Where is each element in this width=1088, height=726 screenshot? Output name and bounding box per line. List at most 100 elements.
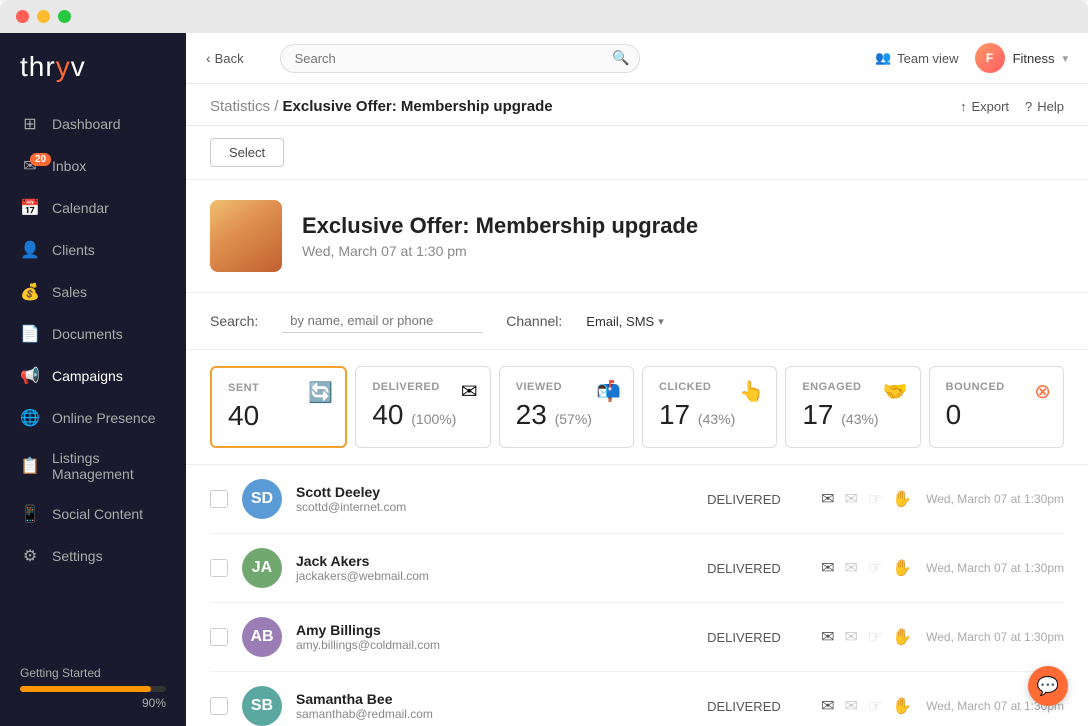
documents-icon: 📄: [20, 324, 40, 344]
campaign-date: Wed, March 07 at 1:30 pm: [302, 243, 698, 259]
sidebar-item-label: Documents: [52, 326, 123, 342]
table-row: SB Samantha Bee samanthab@redmail.com DE…: [210, 672, 1064, 726]
table-row: JA Jack Akers jackakers@webmail.com DELI…: [210, 534, 1064, 603]
recipient-search-input[interactable]: [282, 309, 482, 333]
channel-value: Email, SMS: [586, 314, 654, 329]
recipient-action-icons-2: ✉ ✉ ☞ ✋: [821, 558, 912, 578]
channel-select[interactable]: Email, SMS ▾: [586, 314, 663, 329]
window-chrome: [0, 0, 1088, 33]
mail-icon: ✉: [821, 627, 834, 647]
sales-icon: 💰: [20, 282, 40, 302]
sidebar-item-clients[interactable]: 👤 Clients: [0, 229, 186, 271]
user-menu-chevron-icon: ▾: [1062, 52, 1068, 65]
row-checkbox-1[interactable]: [210, 490, 228, 508]
getting-started-label: Getting Started: [20, 666, 166, 680]
sidebar-item-sales[interactable]: 💰 Sales: [0, 271, 186, 313]
app-container: thryv ⊞ Dashboard ✉ Inbox 20 📅 Calendar …: [0, 33, 1088, 726]
stat-card-sent[interactable]: SENT 40 🔄: [210, 366, 347, 448]
topbar: ‹ Back 🔍 👥 Team view F Fitness ▾: [186, 33, 1088, 84]
sidebar-item-label: Campaigns: [52, 368, 123, 384]
progress-bar-fill: [20, 686, 151, 692]
row-checkbox-3[interactable]: [210, 628, 228, 646]
stat-card-clicked[interactable]: CLICKED 17 (43%) 👆: [642, 366, 777, 448]
back-arrow-icon: ‹: [206, 50, 211, 66]
sidebar-nav: ⊞ Dashboard ✉ Inbox 20 📅 Calendar 👤 Clie…: [0, 103, 186, 650]
recipients-table: SD Scott Deeley scottd@internet.com DELI…: [186, 465, 1088, 726]
stat-card-viewed[interactable]: VIEWED 23 (57%) 📬: [499, 366, 634, 448]
sidebar: thryv ⊞ Dashboard ✉ Inbox 20 📅 Calendar …: [0, 33, 186, 726]
social-icon: 📱: [20, 504, 40, 524]
close-button[interactable]: [16, 10, 29, 23]
recipient-action-icons-3: ✉ ✉ ☞ ✋: [821, 627, 912, 647]
user-avatar: F: [975, 43, 1005, 73]
sidebar-item-label: Calendar: [52, 200, 109, 216]
sidebar-item-calendar[interactable]: 📅 Calendar: [0, 187, 186, 229]
stat-value-delivered: 40 (100%): [372, 399, 473, 431]
inbox-badge: 20: [30, 153, 51, 166]
recipient-email-3: amy.billings@coldmail.com: [296, 638, 693, 652]
online-presence-icon: 🌐: [20, 408, 40, 428]
recipient-email-1: scottd@internet.com: [296, 500, 693, 514]
table-row: AB Amy Billings amy.billings@coldmail.co…: [210, 603, 1064, 672]
help-chat-button[interactable]: 💬: [1028, 666, 1068, 706]
recipient-time-2: Wed, March 07 at 1:30pm: [926, 561, 1064, 575]
stat-label-bounced: BOUNCED: [946, 381, 1047, 393]
row-checkbox-4[interactable]: [210, 697, 228, 715]
select-bar: Select: [186, 126, 1088, 180]
avatar-1: SD: [242, 479, 282, 519]
export-button[interactable]: ↑ Export: [960, 99, 1009, 114]
breadcrumb-parent: Statistics: [210, 98, 270, 115]
sidebar-item-online-presence[interactable]: 🌐 Online Presence: [0, 397, 186, 439]
campaign-title: Exclusive Offer: Membership upgrade: [302, 213, 698, 239]
back-button[interactable]: ‹ Back: [206, 50, 244, 66]
stat-card-delivered[interactable]: DELIVERED 40 (100%) ✉: [355, 366, 490, 448]
breadcrumb-current: Exclusive Offer: Membership upgrade: [283, 98, 553, 115]
recipient-name-1: Scott Deeley: [296, 484, 693, 500]
recipient-info-2: Jack Akers jackakers@webmail.com: [296, 553, 693, 583]
select-button[interactable]: Select: [210, 138, 284, 167]
sidebar-item-campaigns[interactable]: 📢 Campaigns: [0, 355, 186, 397]
open-icon: ✉: [844, 558, 857, 578]
recipient-info-1: Scott Deeley scottd@internet.com: [296, 484, 693, 514]
team-view-icon: 👥: [875, 50, 891, 66]
stat-card-bounced[interactable]: BOUNCED 0 ⊗: [929, 366, 1064, 448]
sidebar-item-inbox[interactable]: ✉ Inbox 20: [0, 145, 186, 187]
sidebar-item-settings[interactable]: ⚙ Settings: [0, 535, 186, 577]
recipient-name-2: Jack Akers: [296, 553, 693, 569]
sidebar-item-label: Inbox: [52, 158, 86, 174]
avatar-2: JA: [242, 548, 282, 588]
user-menu-button[interactable]: F Fitness ▾: [975, 43, 1068, 73]
open-icon: ✉: [844, 489, 857, 509]
clicked-icon: 👆: [739, 379, 764, 404]
filters-row: Search: Channel: Email, SMS ▾: [186, 293, 1088, 350]
sidebar-item-documents[interactable]: 📄 Documents: [0, 313, 186, 355]
minimize-button[interactable]: [37, 10, 50, 23]
help-icon: ?: [1025, 99, 1032, 114]
stat-card-engaged[interactable]: ENGAGED 17 (43%) 🤝: [785, 366, 920, 448]
help-button[interactable]: ? Help: [1025, 99, 1064, 114]
team-view-button[interactable]: 👥 Team view: [875, 50, 959, 66]
recipient-status-3: DELIVERED: [707, 630, 807, 645]
delivered-icon: ✉: [461, 379, 478, 404]
recipient-status-2: DELIVERED: [707, 561, 807, 576]
bounced-icon: ⊗: [1034, 379, 1051, 404]
recipient-status-4: DELIVERED: [707, 699, 807, 714]
recipient-info-4: Samantha Bee samanthab@redmail.com: [296, 691, 693, 721]
click-icon: ☞: [868, 558, 882, 578]
maximize-button[interactable]: [58, 10, 71, 23]
sidebar-item-label: Sales: [52, 284, 87, 300]
sidebar-item-dashboard[interactable]: ⊞ Dashboard: [0, 103, 186, 145]
topbar-right: 👥 Team view F Fitness ▾: [875, 43, 1068, 73]
sidebar-item-label: Settings: [52, 548, 103, 564]
recipient-info-3: Amy Billings amy.billings@coldmail.com: [296, 622, 693, 652]
search-input[interactable]: [280, 44, 640, 73]
progress-percentage: 90%: [20, 696, 166, 710]
campaign-thumb-image: [210, 200, 282, 272]
sidebar-item-listings[interactable]: 📋 Listings Management: [0, 439, 186, 493]
recipient-name-4: Samantha Bee: [296, 691, 693, 707]
avatar-3: AB: [242, 617, 282, 657]
click-icon: ☞: [868, 696, 882, 716]
sidebar-item-social[interactable]: 📱 Social Content: [0, 493, 186, 535]
sidebar-logo: thryv: [0, 33, 186, 103]
row-checkbox-2[interactable]: [210, 559, 228, 577]
